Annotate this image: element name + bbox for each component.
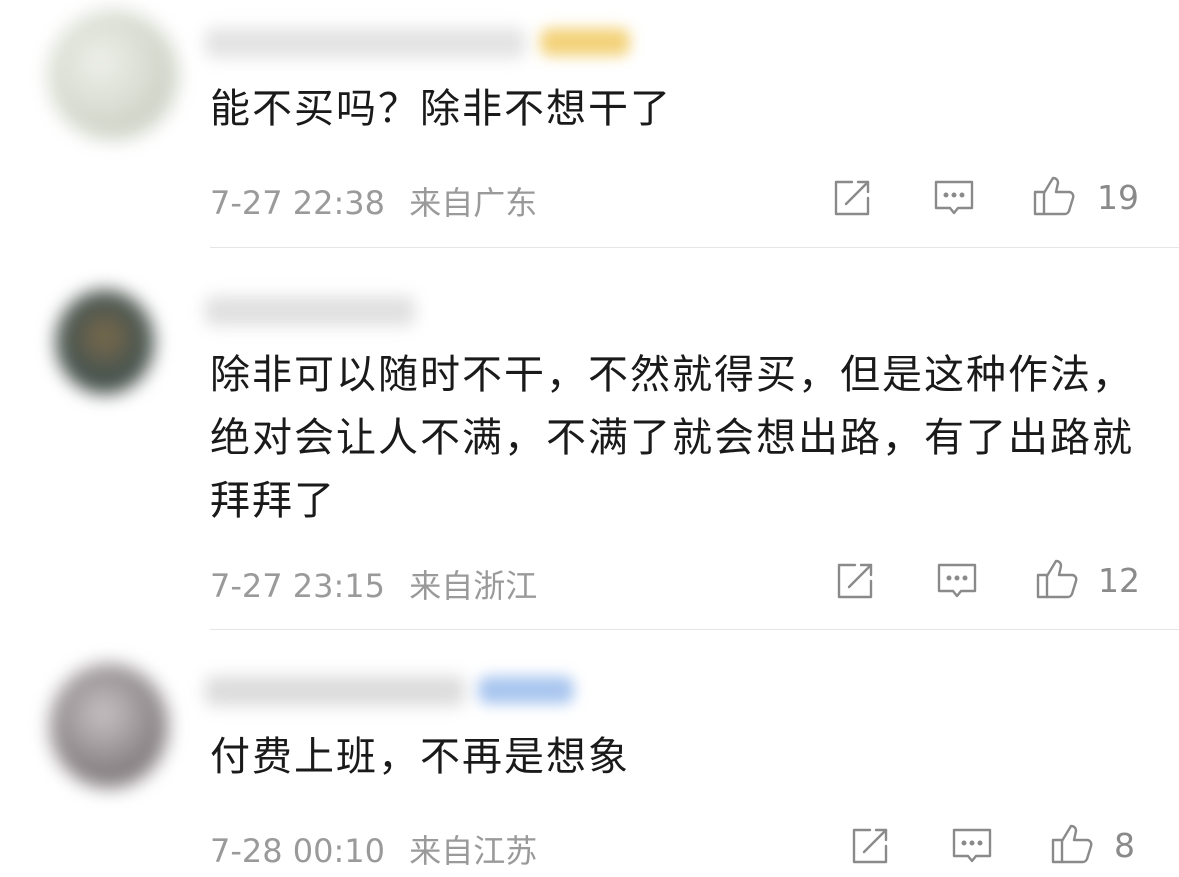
- username-blurred[interactable]: [205, 28, 525, 58]
- avatar[interactable]: [56, 290, 154, 394]
- comment-text: 付费上班，不再是想象: [210, 734, 630, 780]
- username-blurred[interactable]: [205, 296, 415, 326]
- comment-location: 来自江苏: [409, 832, 538, 870]
- avatar[interactable]: [48, 10, 178, 140]
- comment-location: 来自浙江: [409, 567, 538, 605]
- comment-text: 能不买吗？除非不想干了: [210, 86, 672, 132]
- thumbs-up-icon[interactable]: [1050, 822, 1094, 866]
- username-blurred[interactable]: [205, 676, 465, 706]
- comment-meta: 7-28 00:10 来自江苏: [210, 826, 537, 872]
- comment-date: 7-27 22:38: [210, 184, 386, 222]
- comment-meta: 7-27 22:38 来自广东: [210, 178, 537, 224]
- like-count: 8: [1114, 826, 1135, 865]
- avatar[interactable]: [50, 664, 168, 788]
- thumbs-up-icon[interactable]: [1035, 557, 1079, 601]
- comment-location: 来自广东: [409, 184, 538, 222]
- thumbs-up-icon[interactable]: [1032, 174, 1076, 218]
- comment-text: 除非可以随时不干，不然就得买，但是这种作法，绝对会让人不满，不满了就会想出路，有…: [210, 352, 1134, 524]
- comment-reply-icon[interactable]: [932, 176, 976, 220]
- share-edit-icon[interactable]: [830, 176, 874, 220]
- user-badge-blurred: [478, 676, 574, 704]
- share-edit-icon[interactable]: [848, 824, 892, 868]
- comment-date: 7-27 23:15: [210, 567, 386, 605]
- comment-item: 除非可以随时不干，不然就得买，但是这种作法，绝对会让人不满，不满了就会想出路，有…: [0, 248, 1179, 630]
- comment-reply-icon[interactable]: [950, 824, 994, 868]
- like-count: 12: [1098, 561, 1140, 600]
- comment-item: 能不买吗？除非不想干了 7-27 22:38 来自广东 19: [0, 0, 1179, 248]
- comment-item: 付费上班，不再是想象 7-28 00:10 来自江苏 8: [0, 630, 1179, 877]
- like-count: 19: [1097, 178, 1139, 217]
- comment-date: 7-28 00:10: [210, 832, 386, 870]
- share-edit-icon[interactable]: [833, 559, 877, 603]
- comment-meta: 7-27 23:15 来自浙江: [210, 561, 537, 607]
- user-badge-blurred: [540, 28, 630, 56]
- comment-reply-icon[interactable]: [935, 559, 979, 603]
